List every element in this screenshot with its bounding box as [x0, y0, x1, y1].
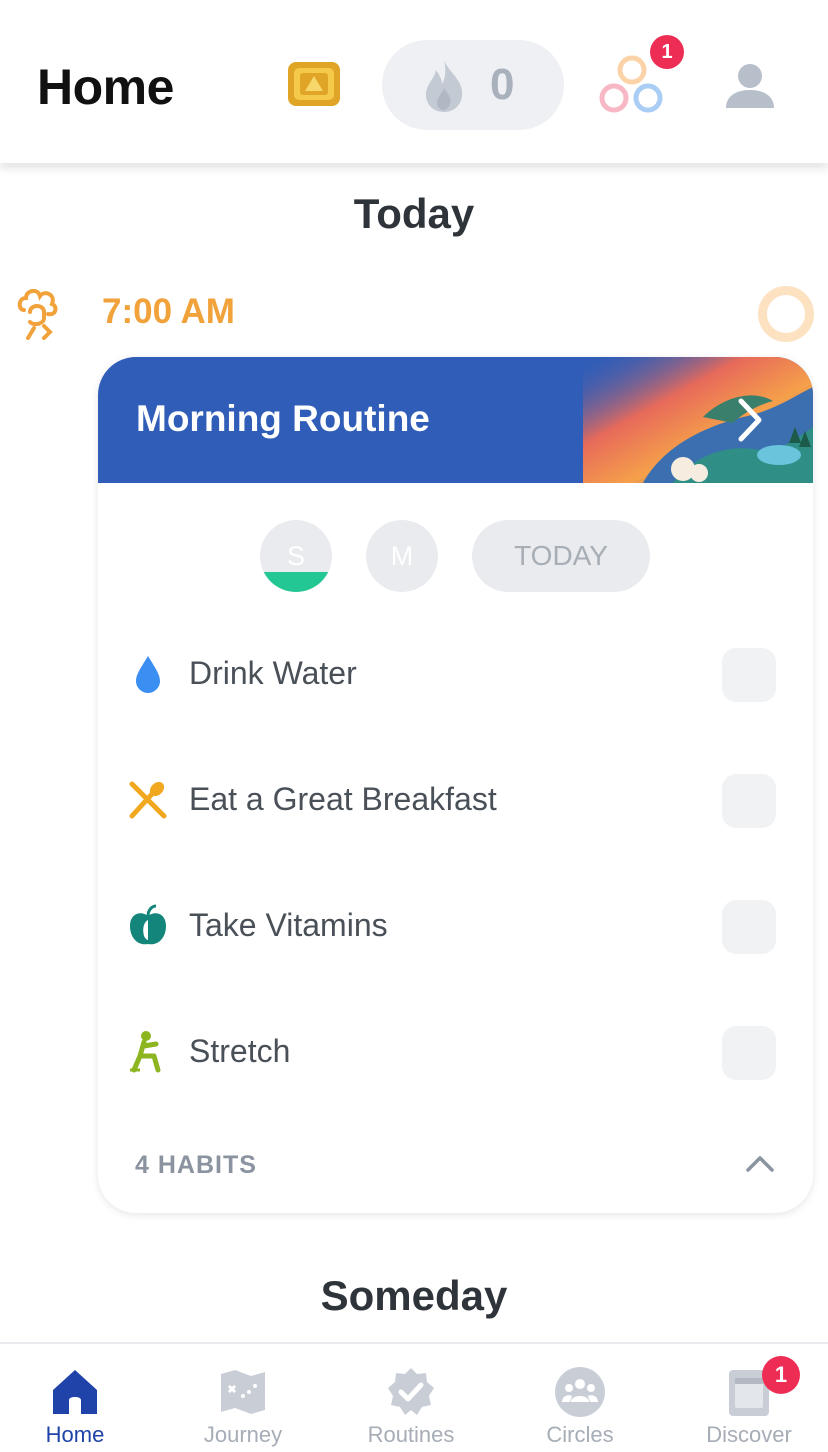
habit-row[interactable]: Stretch: [98, 1000, 813, 1100]
group-icon: [555, 1367, 605, 1417]
map-icon: [221, 1370, 265, 1414]
streak-count: 0: [490, 60, 515, 109]
day-label: S: [286, 541, 305, 571]
day-pill-sunday[interactable]: S: [260, 520, 332, 592]
tab-journey[interactable]: Journey: [160, 1344, 326, 1452]
day-pill-monday[interactable]: M: [366, 520, 438, 592]
tab-label: Routines: [367, 1422, 455, 1447]
routine-card: Morning Routine S M TODAY Drink Water Ea…: [98, 357, 813, 1213]
sunrise-landscape-image: [583, 357, 813, 483]
ticket-icon[interactable]: [286, 60, 342, 108]
home-icon: [53, 1370, 97, 1414]
flame-icon: [426, 60, 463, 112]
routine-progress-ring: [758, 286, 814, 342]
profile-icon[interactable]: [722, 58, 778, 114]
streak-counter[interactable]: 0: [382, 40, 564, 130]
chevron-up-icon[interactable]: [745, 1153, 775, 1173]
day-label: M: [390, 541, 414, 571]
habit-checkbox[interactable]: [722, 774, 776, 828]
tab-home[interactable]: Home: [0, 1344, 158, 1452]
stretch-icon: [130, 1031, 161, 1073]
habit-row[interactable]: Eat a Great Breakfast: [98, 748, 813, 848]
habit-checkbox[interactable]: [722, 1026, 776, 1080]
someday-section-title: Someday: [320, 1272, 508, 1319]
notification-badge: 1: [762, 1356, 800, 1394]
habit-label: Take Vitamins: [189, 907, 388, 943]
routine-card-header[interactable]: Morning Routine: [98, 357, 813, 483]
habit-checkbox[interactable]: [722, 648, 776, 702]
habit-label: Stretch: [189, 1033, 291, 1069]
day-label: TODAY: [514, 540, 608, 571]
tab-circles[interactable]: Circles: [497, 1344, 663, 1452]
day-pill-today[interactable]: TODAY: [472, 520, 650, 592]
app-header: Home 0 1: [0, 0, 828, 163]
tab-bar: Home Journey Routines Circles 1 Discover: [0, 1342, 828, 1452]
apple-icon: [130, 904, 166, 945]
habit-row[interactable]: Drink Water: [98, 622, 813, 722]
tab-label: Home: [45, 1422, 105, 1447]
tab-label: Discover: [706, 1422, 792, 1447]
notification-badge: 1: [650, 35, 684, 69]
routine-title: Morning Routine: [136, 398, 430, 439]
page-title: Home: [37, 59, 174, 115]
habit-row[interactable]: Take Vitamins: [98, 874, 813, 974]
habit-label: Drink Water: [189, 655, 357, 691]
day-progress-fill: [260, 572, 332, 592]
spoon-fork-icon: [129, 781, 167, 819]
habit-label: Eat a Great Breakfast: [189, 781, 497, 817]
tab-label: Circles: [546, 1422, 614, 1447]
time-row: 7:00 AM: [0, 280, 828, 344]
today-section-title: Today: [353, 190, 475, 237]
tab-label: Journey: [203, 1422, 283, 1447]
sunrise-icon: [17, 289, 58, 340]
chevron-right-icon[interactable]: [733, 395, 767, 445]
habit-checkbox[interactable]: [722, 900, 776, 954]
tab-routines[interactable]: Routines: [328, 1344, 494, 1452]
water-drop-icon: [136, 656, 160, 693]
badge-check-icon: [388, 1368, 434, 1415]
habit-count: 4 HABITS: [135, 1151, 257, 1179]
tab-discover[interactable]: 1 Discover: [666, 1344, 828, 1452]
routine-time: 7:00 AM: [102, 292, 235, 331]
